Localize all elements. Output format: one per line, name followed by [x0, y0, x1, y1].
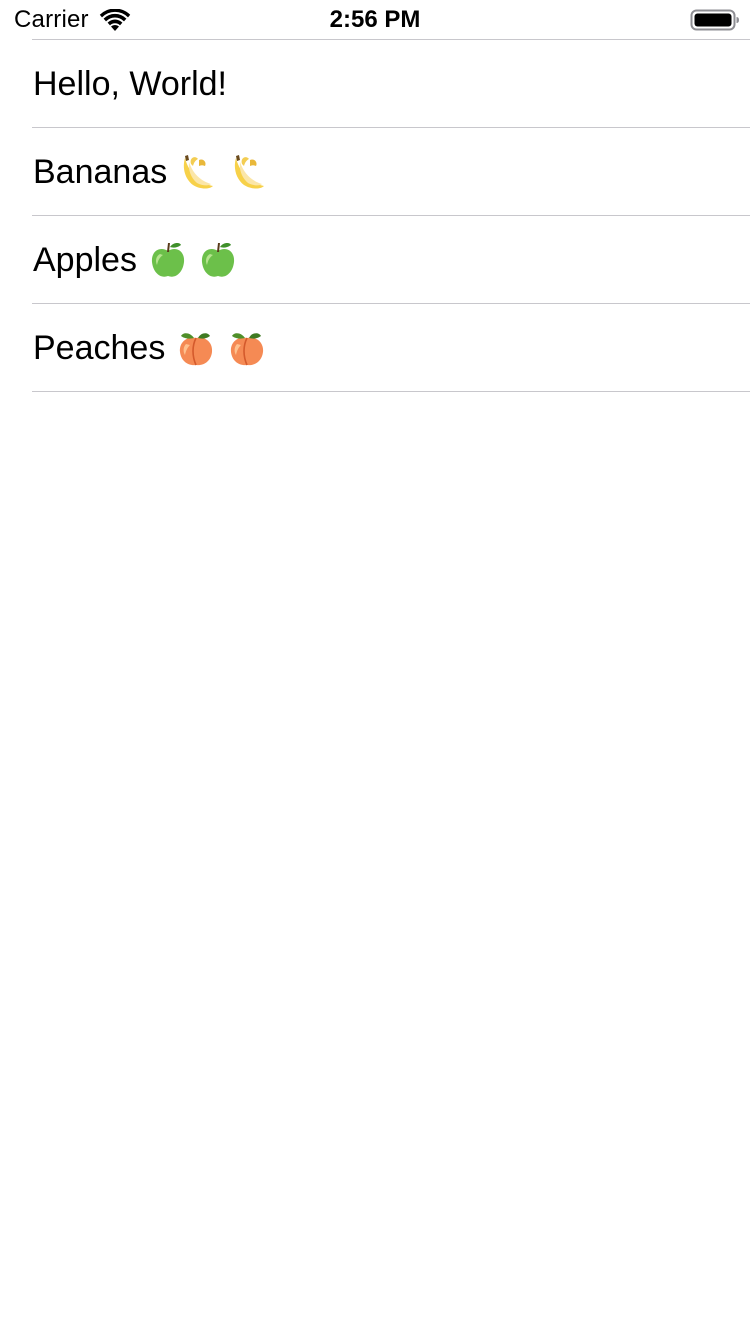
list-row-peaches[interactable]: Peaches [0, 304, 750, 391]
list-row-bananas[interactable]: Bananas [0, 128, 750, 215]
banana-icon [184, 154, 214, 188]
row-label: Apples [33, 240, 137, 279]
row-label: Peaches [33, 328, 166, 367]
row-separator [32, 391, 750, 392]
list-row-hello[interactable]: Hello, World! [0, 40, 750, 127]
emoji-group [169, 328, 265, 368]
emoji-group [171, 152, 267, 192]
row-label: Hello, World! [33, 64, 227, 103]
battery-icon [690, 9, 739, 31]
peach-icon [230, 332, 263, 365]
row-label: Bananas [33, 152, 168, 191]
list-row-apples[interactable]: Apples [0, 216, 750, 303]
status-bar: Carrier 2:56 PM [0, 0, 750, 40]
green-apple-icon [151, 242, 185, 277]
emoji-group [141, 240, 237, 280]
status-time: 2:56 PM [329, 6, 421, 33]
peach-icon [180, 332, 213, 365]
fruit-list: Hello, World! Bananas Apples Peaches [0, 39, 750, 392]
banana-icon [234, 154, 264, 188]
green-apple-icon [202, 242, 235, 277]
